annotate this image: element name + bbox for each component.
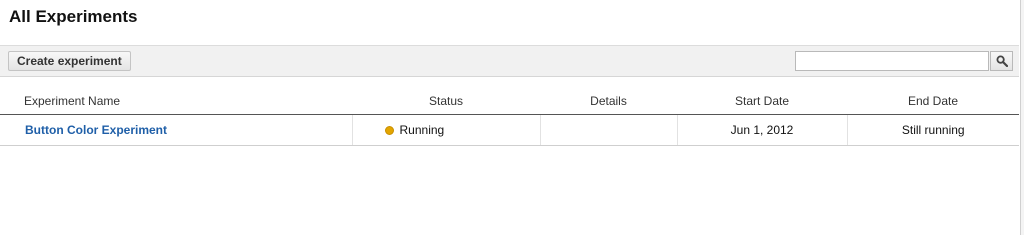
column-header-end-date[interactable]: End Date [847, 87, 1019, 115]
status-cell: Running [352, 114, 541, 146]
create-experiment-button[interactable]: Create experiment [8, 51, 131, 71]
search-icon [996, 55, 1008, 67]
column-header-status[interactable]: Status [352, 87, 540, 115]
scrollbar[interactable] [1020, 0, 1024, 235]
column-header-name[interactable]: Experiment Name [0, 87, 352, 115]
status-dot-icon [384, 126, 394, 135]
details-cell [540, 114, 678, 146]
experiment-name-cell: Button Color Experiment [0, 114, 353, 146]
experiments-table: Experiment Name Status Details Start Dat… [0, 87, 1019, 146]
status-label: Running [399, 123, 445, 137]
toolbar: Create experiment [0, 45, 1019, 77]
table-header-row: Experiment Name Status Details Start Dat… [0, 87, 1019, 115]
search-input[interactable] [795, 51, 989, 71]
end-date-cell: Still running [847, 114, 1019, 146]
table-row: Button Color Experiment Running Jun 1, 2… [0, 114, 1019, 146]
column-header-start-date[interactable]: Start Date [677, 87, 847, 115]
column-header-details[interactable]: Details [540, 87, 677, 115]
search-button[interactable] [990, 51, 1013, 71]
start-date-cell: Jun 1, 2012 [677, 114, 848, 146]
page-title: All Experiments [9, 7, 138, 26]
experiment-link[interactable]: Button Color Experiment [25, 123, 167, 137]
